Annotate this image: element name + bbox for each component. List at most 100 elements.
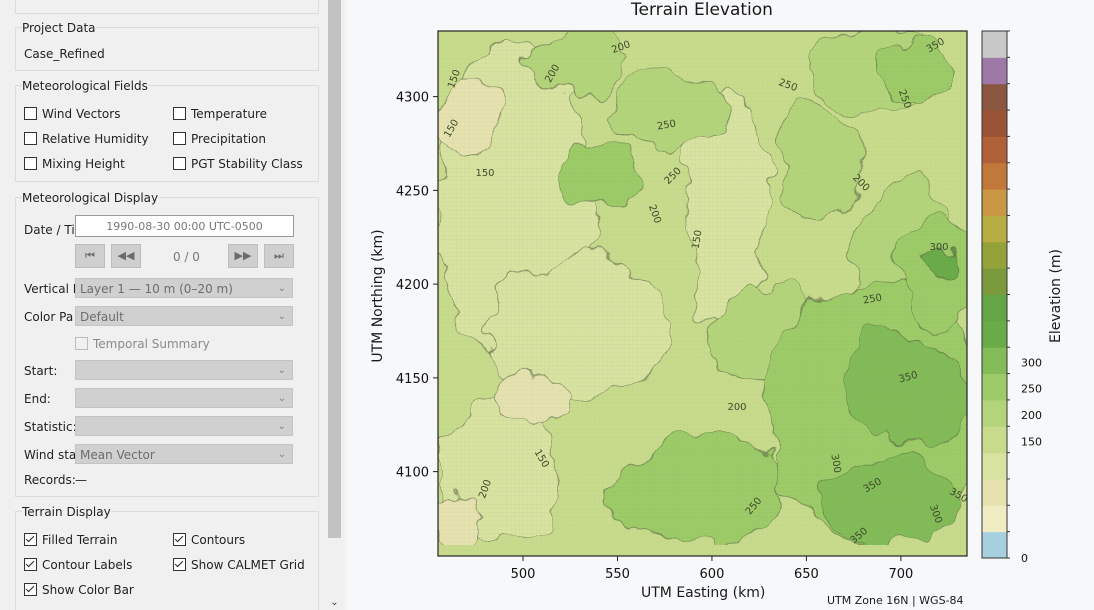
colorbar-swatch (982, 136, 1007, 164)
records-label: Records: (24, 473, 76, 487)
y-tick-label: 4100 (396, 466, 429, 481)
contour-labels-label: Contour Labels (42, 558, 133, 572)
temporal-summary-label: Temporal Summary (93, 337, 210, 351)
color-bar-label: Show Color Bar (42, 583, 134, 597)
contours-label: Contours (191, 533, 246, 547)
relative-humidity-checkbox[interactable] (24, 132, 37, 145)
color-palette-label: Color Pa (24, 310, 74, 324)
colorbar-swatch (982, 110, 1007, 137)
contours-checkbox[interactable] (173, 533, 186, 546)
chevron-down-icon: ⌄ (277, 365, 286, 376)
colorbar-tick-label: 200 (1021, 409, 1042, 422)
mixing-height-checkbox[interactable] (24, 157, 37, 170)
colorbar-swatch (982, 268, 1007, 295)
temporal-summary-checkbox[interactable] (75, 337, 88, 350)
records-value: — (75, 473, 87, 487)
mixing-height-label: Mixing Height (42, 157, 125, 171)
pgt-stability-label: PGT Stability Class (191, 157, 303, 171)
met-display-title: Meteorological Display (22, 191, 159, 205)
filled-terrain-checkbox[interactable] (24, 533, 37, 546)
colorbar-swatch (982, 399, 1007, 427)
y-tick-label: 4300 (396, 91, 429, 106)
pgt-stability-checkbox[interactable] (173, 157, 186, 170)
colorbar-swatch (982, 31, 1007, 58)
plot-canvas: Terrain Elevation 150 200 200 250 250 150 150 2… (347, 0, 1094, 610)
colorbar-swatch (982, 373, 1007, 401)
colorbar-swatch (982, 241, 1007, 269)
wind-statistic-label: Wind sta (24, 448, 77, 462)
contour-labels-checkbox[interactable] (24, 558, 37, 571)
colorbar-swatch (982, 162, 1007, 190)
first-frame-button[interactable]: ⏮ (75, 244, 105, 268)
next-frame-button[interactable]: ▶▶ (228, 244, 258, 268)
project-name: Case_Refined (24, 47, 105, 61)
color-bar-checkbox[interactable] (24, 583, 37, 596)
top-group-fragment (15, 0, 319, 14)
colorbar-swatch (982, 320, 1007, 348)
contour-label: 200 (727, 402, 746, 413)
colorbar-swatch (982, 452, 1007, 480)
filled-terrain-label: Filled Terrain (42, 533, 118, 547)
last-frame-button[interactable]: ⏭ (264, 244, 294, 268)
colorbar-swatch (982, 83, 1007, 111)
calmet-grid-checkbox[interactable] (173, 558, 186, 571)
colorbar-swatch (982, 189, 1007, 216)
colorbar-tick-label: 250 (1021, 383, 1042, 396)
scroll-down-icon[interactable]: ⌄ (329, 598, 340, 608)
wind-vectors-label: Wind Vectors (42, 107, 121, 121)
prev-frame-button[interactable]: ◀◀ (111, 244, 141, 268)
chevron-down-icon: ⌄ (277, 311, 286, 322)
met-fields-title: Meteorological Fields (22, 79, 148, 93)
chevron-down-icon: ⌄ (277, 449, 286, 460)
wind-vectors-checkbox[interactable] (24, 107, 37, 120)
start-select[interactable]: ⌄ (75, 360, 293, 380)
statistic-select[interactable]: ⌄ (75, 416, 293, 436)
wind-statistic-select[interactable]: Mean Vector ⌄ (75, 444, 293, 464)
chevron-down-icon: ⌄ (277, 393, 286, 404)
project-data-title: Project Data (22, 21, 96, 35)
wind-statistic-value: Mean Vector (80, 448, 155, 462)
date-time-field[interactable]: 1990-08-30 00:00 UTC-0500 (75, 215, 294, 237)
colorbar-label: Elevation (m) (1048, 248, 1064, 344)
colorbar-swatch (982, 294, 1007, 322)
vertical-level-select[interactable]: Layer 1 — 10 m (0–20 m) ⌄ (75, 278, 293, 298)
chevron-down-icon: ⌄ (277, 283, 286, 294)
vertical-level-value: Layer 1 — 10 m (0–20 m) (80, 282, 233, 296)
terrain-map[interactable]: 150 2002002502501501502502001502002503002… (347, 0, 1094, 610)
projection-footer: UTM Zone 16N | WGS-84 (827, 594, 964, 607)
colorbar-swatch (982, 57, 1007, 85)
y-tick-label: 4250 (396, 184, 429, 199)
x-tick-label: 650 (794, 567, 819, 582)
date-time-label: Date / Ti (24, 223, 75, 237)
contour-label: 150 (475, 168, 494, 179)
chevron-down-icon: ⌄ (277, 421, 286, 432)
precipitation-label: Precipitation (191, 132, 267, 146)
y-tick-label: 4150 (396, 372, 429, 387)
x-tick-label: 500 (511, 567, 536, 582)
start-label: Start: (24, 364, 58, 378)
colorbar-swatch (982, 505, 1007, 533)
precipitation-checkbox[interactable] (173, 132, 186, 145)
x-tick-label: 700 (888, 567, 913, 582)
colorbar-swatch (982, 347, 1007, 375)
temperature-label: Temperature (191, 107, 268, 121)
colorbar-swatch (982, 531, 1007, 559)
color-palette-value: Default (80, 310, 124, 324)
temperature-checkbox[interactable] (173, 107, 186, 120)
calmet-grid (438, 31, 967, 556)
y-axis-label: UTM Northing (km) (370, 229, 386, 363)
colorbar-tick-label: 150 (1021, 435, 1042, 448)
panel-scrollbar-thumb[interactable] (328, 0, 341, 538)
contour-label: 300 (929, 242, 948, 253)
colorbar-swatch (982, 426, 1007, 454)
x-axis-label: UTM Easting (km) (641, 585, 766, 601)
colorbar-tick-label: 300 (1021, 356, 1042, 369)
end-select[interactable]: ⌄ (75, 388, 293, 408)
x-tick-label: 550 (605, 567, 630, 582)
terrain-display-title: Terrain Display (22, 505, 111, 519)
frame-counter: 0 / 0 (173, 250, 200, 264)
relative-humidity-label: Relative Humidity (42, 132, 149, 146)
color-palette-select[interactable]: Default ⌄ (75, 306, 293, 326)
end-label: End: (24, 392, 51, 406)
colorbar-swatch (982, 215, 1007, 243)
